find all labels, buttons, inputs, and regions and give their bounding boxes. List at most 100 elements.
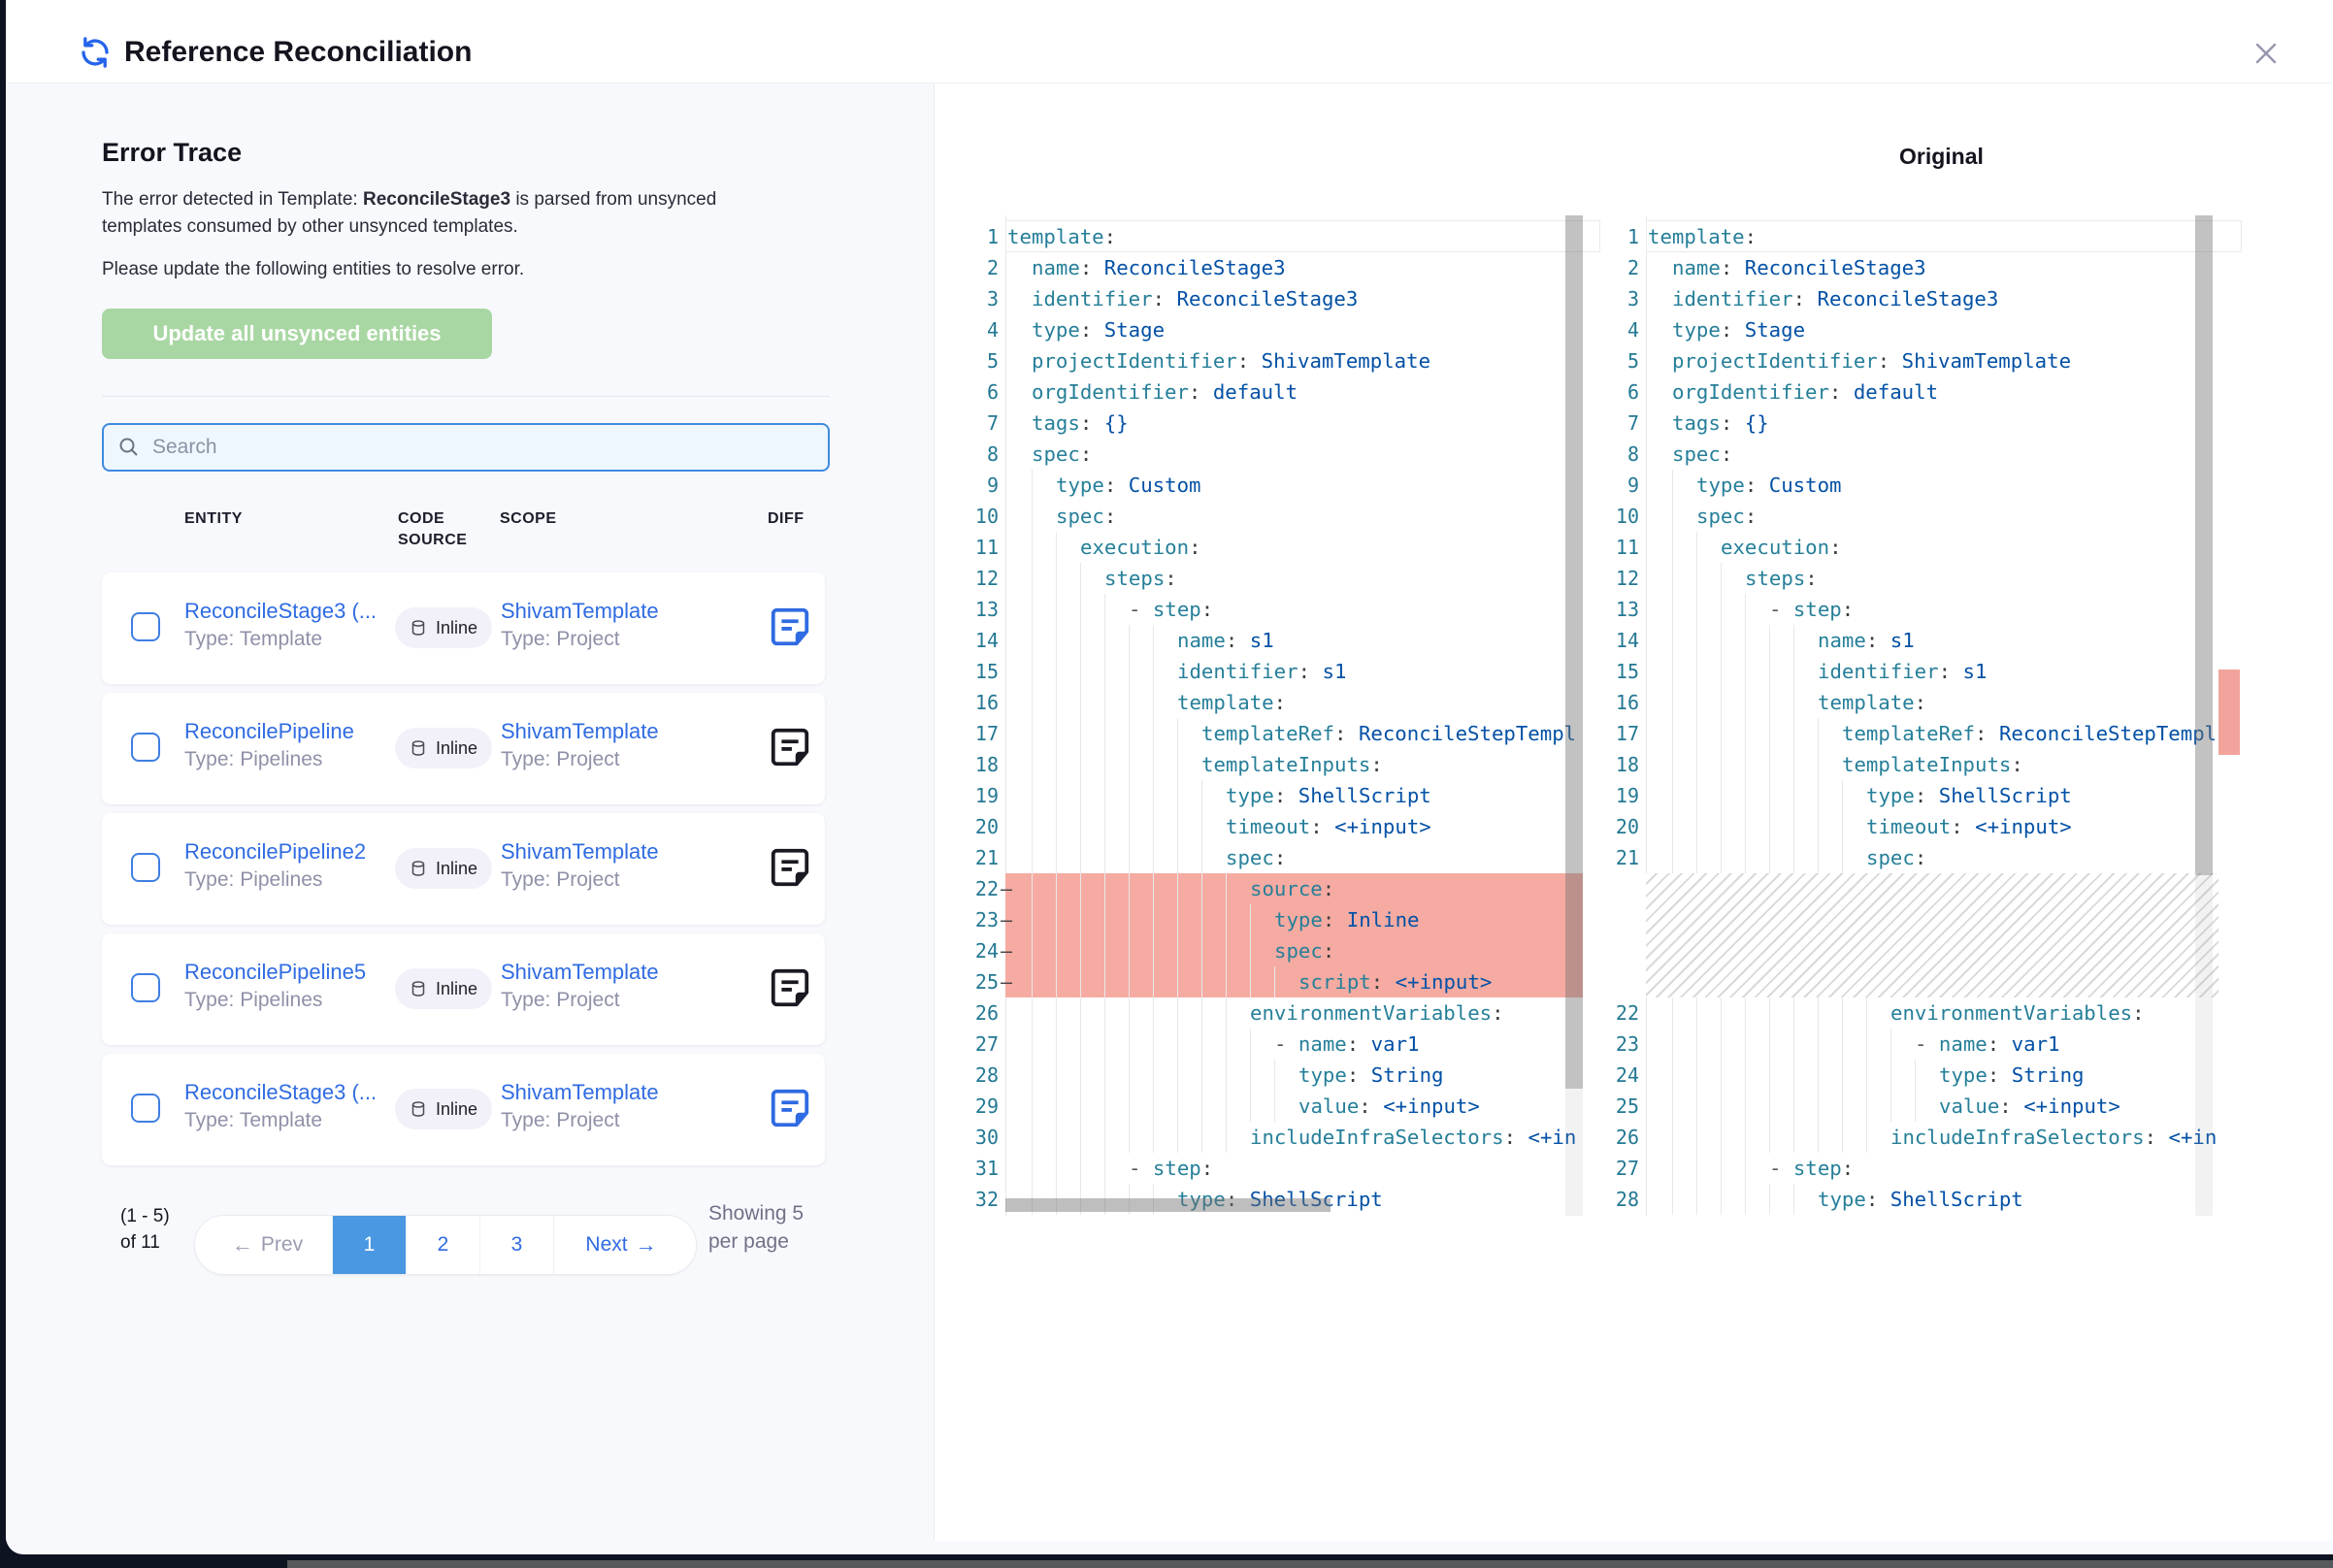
indent-guide bbox=[1696, 594, 1697, 625]
indent-guide bbox=[1129, 749, 1130, 780]
horizontal-scrollbar-thumb[interactable] bbox=[1005, 1198, 1331, 1212]
code-text: execution: bbox=[1080, 532, 1201, 563]
indent-guide bbox=[1818, 1029, 1819, 1060]
code-line: 18templateInputs: bbox=[960, 749, 1600, 780]
code-text: - step: bbox=[1129, 1153, 1213, 1184]
code-line: 10spec: bbox=[1600, 501, 2242, 532]
line-number: 8 bbox=[960, 439, 999, 470]
indent-guide bbox=[1890, 1091, 1891, 1122]
line-number: 13 bbox=[960, 594, 999, 625]
scope-link[interactable]: ShivamTemplate bbox=[501, 960, 659, 985]
indent-guide bbox=[1080, 1029, 1081, 1060]
indent-guide bbox=[1915, 1091, 1916, 1122]
row-checkbox[interactable] bbox=[131, 973, 160, 1002]
row-checkbox[interactable] bbox=[131, 853, 160, 882]
indent-guide bbox=[1129, 718, 1130, 749]
indent-guide bbox=[1818, 811, 1819, 842]
search-box[interactable] bbox=[102, 423, 830, 472]
code-line: 27- step: bbox=[1600, 1153, 2242, 1184]
code-line: 24type: String bbox=[1600, 1060, 2242, 1091]
indent-guide bbox=[1721, 656, 1722, 687]
code-text: timeout: <+input> bbox=[1226, 811, 1431, 842]
indent-guide bbox=[1769, 997, 1770, 1029]
entity-link[interactable]: ReconcileStage3 (... bbox=[184, 1080, 377, 1105]
indent-guide bbox=[1080, 1153, 1081, 1184]
indent-guide bbox=[1842, 811, 1843, 842]
code-line: 9type: Custom bbox=[1600, 470, 2242, 501]
vertical-scrollbar-track[interactable] bbox=[1565, 1089, 1583, 1216]
line-number: 2 bbox=[960, 252, 999, 283]
diff-icon[interactable] bbox=[768, 1086, 812, 1130]
line-number: 26 bbox=[1600, 1122, 1639, 1153]
code-text: identifier: ReconcileStage3 bbox=[1672, 283, 1998, 314]
refreshed-code-editor[interactable]: 1template:2name: ReconcileStage33identif… bbox=[1600, 215, 2242, 1216]
indent-guide bbox=[1056, 563, 1057, 594]
scope-link[interactable]: ShivamTemplate bbox=[501, 599, 659, 624]
code-source-label: Inline bbox=[436, 738, 477, 759]
entity-type-label: Type: Pipelines bbox=[184, 989, 366, 1012]
indent-guide bbox=[1672, 1029, 1673, 1060]
indent-guide bbox=[1104, 935, 1105, 966]
search-input[interactable] bbox=[152, 436, 814, 459]
scope-link[interactable]: ShivamTemplate bbox=[501, 719, 659, 744]
indent-guide bbox=[1793, 749, 1794, 780]
prev-page-button[interactable]: ←Prev bbox=[195, 1216, 333, 1274]
diff-icon[interactable] bbox=[768, 604, 812, 649]
scope-link[interactable]: ShivamTemplate bbox=[501, 1080, 659, 1105]
error-trace-description: The error detected in Template: Reconcil… bbox=[102, 186, 742, 241]
line-number: 10 bbox=[1600, 501, 1639, 532]
row-checkbox[interactable] bbox=[131, 1094, 160, 1123]
code-line: 5projectIdentifier: ShivamTemplate bbox=[1600, 345, 2242, 376]
indent-guide bbox=[1745, 749, 1746, 780]
page-button-3[interactable]: 3 bbox=[480, 1216, 554, 1274]
row-checkbox[interactable] bbox=[131, 733, 160, 762]
update-all-unsynced-button[interactable]: Update all unsynced entities bbox=[102, 309, 492, 359]
indent-guide bbox=[1672, 718, 1673, 749]
indent-guide bbox=[1842, 997, 1843, 1029]
entity-link[interactable]: ReconcileStage3 (... bbox=[184, 599, 377, 624]
entity-link[interactable]: ReconcilePipeline bbox=[184, 719, 354, 744]
indent-guide bbox=[1745, 625, 1746, 656]
page-button-1[interactable]: 1 bbox=[333, 1216, 407, 1274]
line-number: 25 bbox=[960, 966, 999, 997]
entity-link[interactable]: ReconcilePipeline5 bbox=[184, 960, 366, 985]
indent-guide bbox=[1793, 1091, 1794, 1122]
vertical-scrollbar-track[interactable] bbox=[2195, 875, 2213, 1216]
vertical-scrollbar-thumb[interactable] bbox=[1565, 215, 1583, 1089]
indent-guide bbox=[1201, 966, 1202, 997]
sync-icon bbox=[78, 35, 113, 70]
scope-cell: ShivamTemplateType: Project bbox=[501, 1080, 659, 1132]
diff-icon[interactable] bbox=[768, 725, 812, 769]
line-number: 21 bbox=[1600, 842, 1639, 873]
indent-guide bbox=[1153, 1029, 1154, 1060]
diff-icon[interactable] bbox=[768, 845, 812, 890]
code-text: - step: bbox=[1129, 594, 1213, 625]
indent-guide bbox=[1201, 1029, 1202, 1060]
inline-icon bbox=[410, 619, 427, 637]
vertical-scrollbar-thumb[interactable] bbox=[2195, 215, 2213, 875]
page-button-2[interactable]: 2 bbox=[407, 1216, 480, 1274]
indent-guide bbox=[1769, 656, 1770, 687]
indent-guide bbox=[1080, 1122, 1081, 1153]
entity-cell: ReconcilePipeline2Type: Pipelines bbox=[184, 839, 366, 892]
diff-icon[interactable] bbox=[768, 965, 812, 1010]
indent-guide bbox=[1696, 1091, 1697, 1122]
indent-guide bbox=[1696, 1060, 1697, 1091]
entity-link[interactable]: ReconcilePipeline2 bbox=[184, 839, 366, 865]
table-row: ReconcileStage3 (...Type: TemplateInline… bbox=[102, 1054, 825, 1165]
indent-guide bbox=[1032, 501, 1033, 532]
indent-guide bbox=[1080, 625, 1081, 656]
indent-guide bbox=[1769, 780, 1770, 811]
indent-guide bbox=[1745, 811, 1746, 842]
line-number: 7 bbox=[960, 408, 999, 439]
scope-link[interactable]: ShivamTemplate bbox=[501, 839, 659, 865]
indent-guide bbox=[1080, 997, 1081, 1029]
row-checkbox[interactable] bbox=[131, 612, 160, 641]
close-icon[interactable] bbox=[2250, 37, 2283, 70]
indent-guide bbox=[1153, 842, 1154, 873]
code-line: 4type: Stage bbox=[1600, 314, 2242, 345]
original-code-editor[interactable]: 1template:2name: ReconcileStage33identif… bbox=[960, 215, 1600, 1216]
indent-guide bbox=[1672, 1091, 1673, 1122]
line-number: 7 bbox=[1600, 408, 1639, 439]
next-page-button[interactable]: Next→ bbox=[554, 1216, 696, 1274]
